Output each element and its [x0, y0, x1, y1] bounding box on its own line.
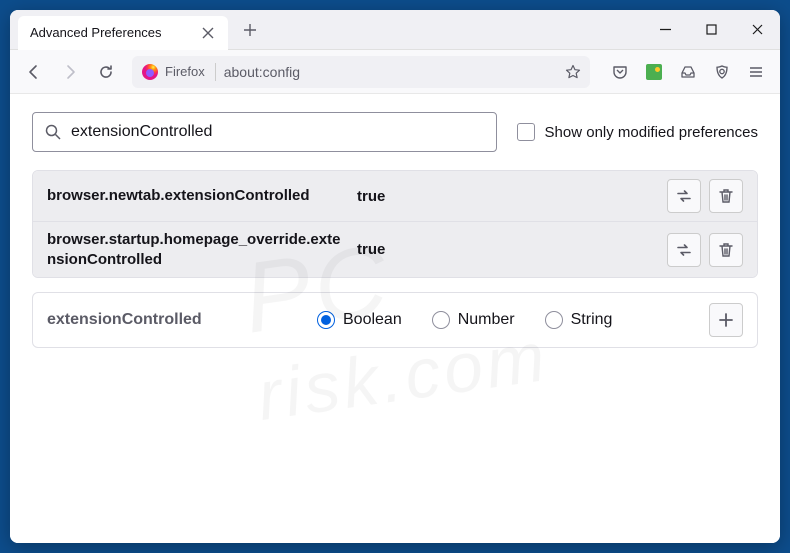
maximize-button[interactable]	[688, 10, 734, 49]
minimize-button[interactable]	[642, 10, 688, 49]
delete-button[interactable]	[709, 179, 743, 213]
close-window-button[interactable]	[734, 10, 780, 49]
window-controls	[642, 10, 780, 49]
forward-button[interactable]	[54, 56, 86, 88]
plus-icon	[717, 311, 735, 329]
toggle-icon	[675, 187, 693, 205]
delete-button[interactable]	[709, 233, 743, 267]
radio-icon	[545, 311, 563, 329]
search-icon	[45, 124, 61, 140]
toggle-button[interactable]	[667, 233, 701, 267]
identity-box[interactable]: Firefox	[141, 63, 216, 81]
firefox-logo-icon	[141, 63, 159, 81]
radio-number[interactable]: Number	[432, 311, 515, 329]
new-pref-name: extensionControlled	[47, 311, 307, 329]
pref-search-input[interactable]	[71, 123, 484, 141]
browser-tab[interactable]: Advanced Preferences	[18, 16, 228, 50]
extension-icon[interactable]	[638, 56, 670, 88]
pref-value: true	[357, 241, 657, 258]
navigation-toolbar: Firefox about:config	[10, 50, 780, 94]
new-pref-row: extensionControlled Boolean Number Strin…	[32, 292, 758, 348]
add-pref-button[interactable]	[709, 303, 743, 337]
back-button[interactable]	[18, 56, 50, 88]
new-tab-button[interactable]	[236, 16, 264, 44]
inbox-icon[interactable]	[672, 56, 704, 88]
url-text: about:config	[224, 64, 557, 80]
modified-only-checkbox[interactable]: Show only modified preferences	[517, 123, 758, 141]
pref-row[interactable]: browser.newtab.extensionControlled true	[33, 171, 757, 221]
menu-button[interactable]	[740, 56, 772, 88]
type-radio-group: Boolean Number String	[317, 311, 699, 329]
checkbox-icon	[517, 123, 535, 141]
toggle-button[interactable]	[667, 179, 701, 213]
radio-boolean[interactable]: Boolean	[317, 311, 402, 329]
radio-icon	[432, 311, 450, 329]
close-tab-icon[interactable]	[200, 25, 216, 41]
search-row: Show only modified preferences	[32, 112, 758, 152]
titlebar: Advanced Preferences	[10, 10, 780, 50]
reload-button[interactable]	[90, 56, 122, 88]
pref-name: browser.startup.homepage_override.extens…	[47, 230, 347, 269]
radio-label: String	[571, 311, 613, 329]
url-bar[interactable]: Firefox about:config	[132, 56, 590, 88]
bookmark-star-icon[interactable]	[565, 64, 581, 80]
tab-title: Advanced Preferences	[30, 25, 200, 40]
prefs-table: browser.newtab.extensionControlled true …	[32, 170, 758, 278]
pocket-icon[interactable]	[604, 56, 636, 88]
pref-name: browser.newtab.extensionControlled	[47, 186, 347, 206]
radio-label: Boolean	[343, 311, 402, 329]
trash-icon	[717, 187, 735, 205]
radio-string[interactable]: String	[545, 311, 613, 329]
radio-icon	[317, 311, 335, 329]
toggle-icon	[675, 241, 693, 259]
about-config-content: PC risk.com Show only modified preferenc…	[10, 94, 780, 543]
pref-value: true	[357, 188, 657, 205]
radio-label: Number	[458, 311, 515, 329]
checkbox-label: Show only modified preferences	[545, 124, 758, 141]
identity-label: Firefox	[165, 64, 205, 79]
pref-row[interactable]: browser.startup.homepage_override.extens…	[33, 221, 757, 277]
trash-icon	[717, 241, 735, 259]
pref-search-box[interactable]	[32, 112, 497, 152]
browser-window: Advanced Preferences	[10, 10, 780, 543]
shield-icon[interactable]	[706, 56, 738, 88]
